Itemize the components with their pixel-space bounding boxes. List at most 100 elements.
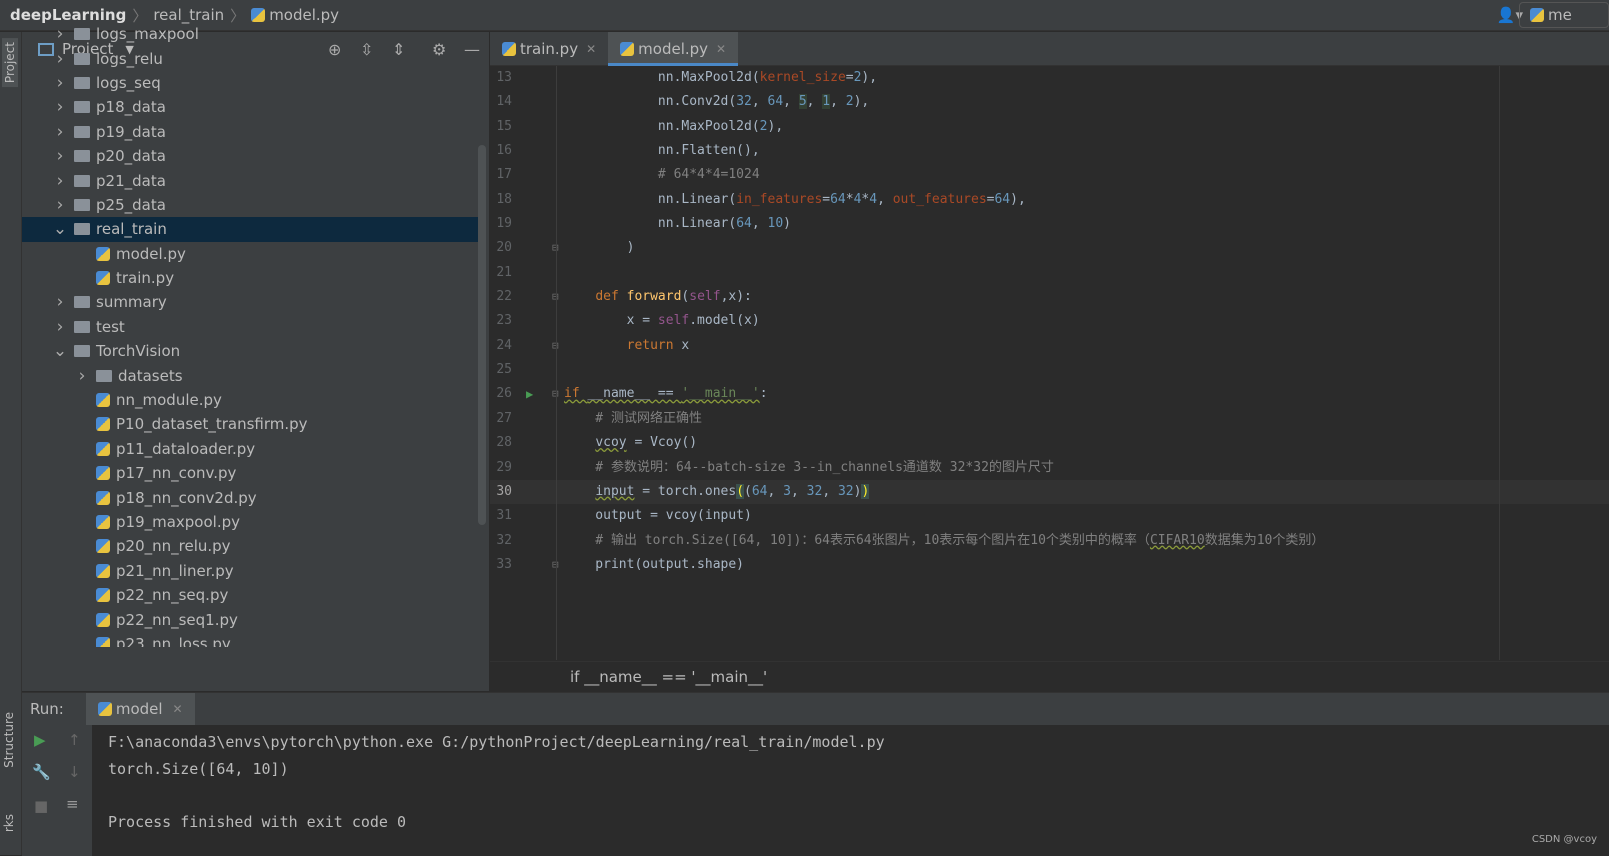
code-token: kernel_size [759,70,846,85]
code-token: if [564,386,588,402]
chevron-down-icon[interactable]: ⌄ [52,341,68,361]
tree-item[interactable]: ⌄ real_train [22,217,478,242]
tree-item[interactable]: › p18_data [22,95,478,119]
tree-item[interactable]: p22_nn_seq1.py [22,607,478,631]
chevron-right-icon[interactable]: › [52,49,68,69]
tree-item[interactable]: model.py [22,242,478,266]
wrench-icon[interactable]: 🔧 [32,763,51,781]
code-token: 2 [759,118,768,134]
folder-icon [74,198,90,211]
run-tab-model[interactable]: model ✕ [85,693,195,725]
tree-item[interactable]: p22_nn_seq.py [22,583,478,607]
close-icon[interactable]: ✕ [586,42,596,56]
tree-item[interactable]: p17_nn_conv.py [22,461,478,485]
chevron-right-icon[interactable]: › [52,292,68,312]
project-panel: Project ▼ ⊕ ⇳ ⇕ ⚙ — › logs_maxpool › logs_re… [22,24,489,691]
tree-item[interactable]: › logs_seq [22,71,478,95]
rerun-icon[interactable]: ▶ [34,731,46,749]
chevron-right-icon[interactable]: › [52,195,68,215]
code-line[interactable]: 25 [490,358,1609,382]
tree-item[interactable]: p11_dataloader.py [22,437,478,461]
code-token: 64 [994,191,1011,207]
code-line[interactable]: 15 nn.MaxPool2d(2), [490,115,1609,139]
tree-item[interactable]: › summary [22,290,478,314]
code-line[interactable]: 28 vcoy = Vcoy() [490,431,1609,455]
stop-icon[interactable]: ■ [34,797,48,815]
chevron-right-icon[interactable]: › [52,122,68,142]
python-file-icon [620,41,635,56]
code-line[interactable]: 18 nn.Linear(in_features=64*4*4, out_fea… [490,188,1609,212]
tree-item[interactable]: › test [22,315,478,339]
code-breadcrumb[interactable]: if __name__ == '__main__' [490,661,1609,691]
close-icon[interactable]: ✕ [173,702,183,716]
tree-item[interactable]: train.py [22,266,478,290]
code-token: nn.MaxPool2d( [564,118,760,134]
run-gutter-icon[interactable]: ▶ [526,382,533,406]
tree-item[interactable]: › logs_maxpool [22,22,478,46]
close-icon[interactable]: ✕ [716,42,726,56]
tree-item-label: p19_data [96,122,166,141]
python-file-icon [96,466,110,481]
tree-item[interactable]: p19_maxpool.py [22,510,478,534]
code-line[interactable]: 20⊟ ) [490,236,1609,260]
code-token: : [759,386,768,402]
code-line[interactable]: 13 nn.MaxPool2d(kernel_size=2), [490,66,1609,90]
tab-train-py[interactable]: train.py ✕ [490,32,608,65]
code-token: , [830,94,846,110]
chevron-right-icon[interactable]: › [52,171,68,191]
tree-item[interactable]: › p20_data [22,144,478,168]
chevron-right-icon[interactable]: › [52,24,68,44]
code-line[interactable]: 31 output = vcoy(input) [490,504,1609,528]
code-line[interactable]: 24⊟ return x [490,334,1609,358]
tree-item[interactable]: › datasets [22,363,478,387]
bookmarks-tool-tab[interactable]: rks [2,814,16,832]
tree-item[interactable]: nn_module.py [22,388,478,412]
console-output[interactable]: F:\anaconda3\envs\pytorch\python.exe G:/… [108,729,885,835]
tree-item[interactable]: p21_nn_liner.py [22,559,478,583]
code-line[interactable]: 32 # 输出 torch.Size([64, 10])：64表示64张图片，1… [490,529,1609,553]
tree-item[interactable]: › p25_data [22,193,478,217]
code-area[interactable]: 13 nn.MaxPool2d(kernel_size=2), 14 nn.Con… [490,66,1609,577]
chevron-down-icon[interactable]: ⌄ [52,219,68,239]
tree-item[interactable]: › p21_data [22,168,478,192]
chevron-right-icon[interactable]: › [74,366,90,386]
code-line[interactable]: 21 [490,261,1609,285]
code-text: # 参数说明：64--batch-size 3--in_channels通道数 … [564,456,1054,480]
chevron-right-icon[interactable]: › [52,146,68,166]
code-line[interactable]: 29 # 参数说明：64--batch-size 3--in_channels通… [490,456,1609,480]
tree-item-label: p22_nn_seq.py [116,586,229,605]
tree-item[interactable]: › logs_relu [22,46,478,70]
code-line[interactable]: 19 nn.Linear(64, 10) [490,212,1609,236]
code-line[interactable]: 17 # 64*4*4=1024 [490,163,1609,187]
code-line[interactable]: 27 # 测试网络正确性 [490,407,1609,431]
chevron-right-icon[interactable]: › [52,73,68,93]
tree-item[interactable]: p20_nn_relu.py [22,534,478,558]
project-scrollbar[interactable] [478,145,486,525]
chevron-right-icon[interactable]: › [52,317,68,337]
tree-item[interactable]: p23_nn_loss.py [22,632,478,647]
code-line[interactable]: 26▶⊟if __name__ == '__main__': [490,382,1609,406]
up-icon[interactable]: ↑ [68,731,81,749]
soft-wrap-icon[interactable]: ≡ [66,795,79,813]
code-line[interactable]: 14 nn.Conv2d(32, 64, 5, 1, 2), [490,90,1609,114]
tree-item[interactable]: P10_dataset_transfirm.py [22,412,478,436]
down-icon[interactable]: ↓ [68,763,81,781]
chevron-right-icon[interactable]: › [52,97,68,117]
tree-item[interactable]: p18_nn_conv2d.py [22,485,478,509]
tree-item[interactable]: › p19_data [22,120,478,144]
tree-item[interactable]: ⌄ TorchVision [22,339,478,363]
code-line[interactable]: 23 x = self.model(x) [490,309,1609,333]
code-token: 3 [783,483,791,499]
tab-model-py[interactable]: model.py ✕ [608,32,739,66]
run-config-selector[interactable]: me [1519,2,1609,28]
code-line[interactable]: 16 nn.Flatten(), [490,139,1609,163]
python-file-icon [96,490,110,505]
code-line[interactable]: 22⊟ def forward(self,x): [490,285,1609,309]
gutter-divider [556,66,557,660]
project-tool-tab[interactable]: Project [2,38,18,88]
editor-tabs: train.py ✕ model.py ✕ [490,32,1609,66]
code-line[interactable]: 33⊟ print(output.shape) [490,553,1609,577]
code-line[interactable]: 30 input = torch.ones((64, 3, 32, 32)) [490,479,1609,505]
structure-tool-tab[interactable]: Structure [2,712,16,768]
